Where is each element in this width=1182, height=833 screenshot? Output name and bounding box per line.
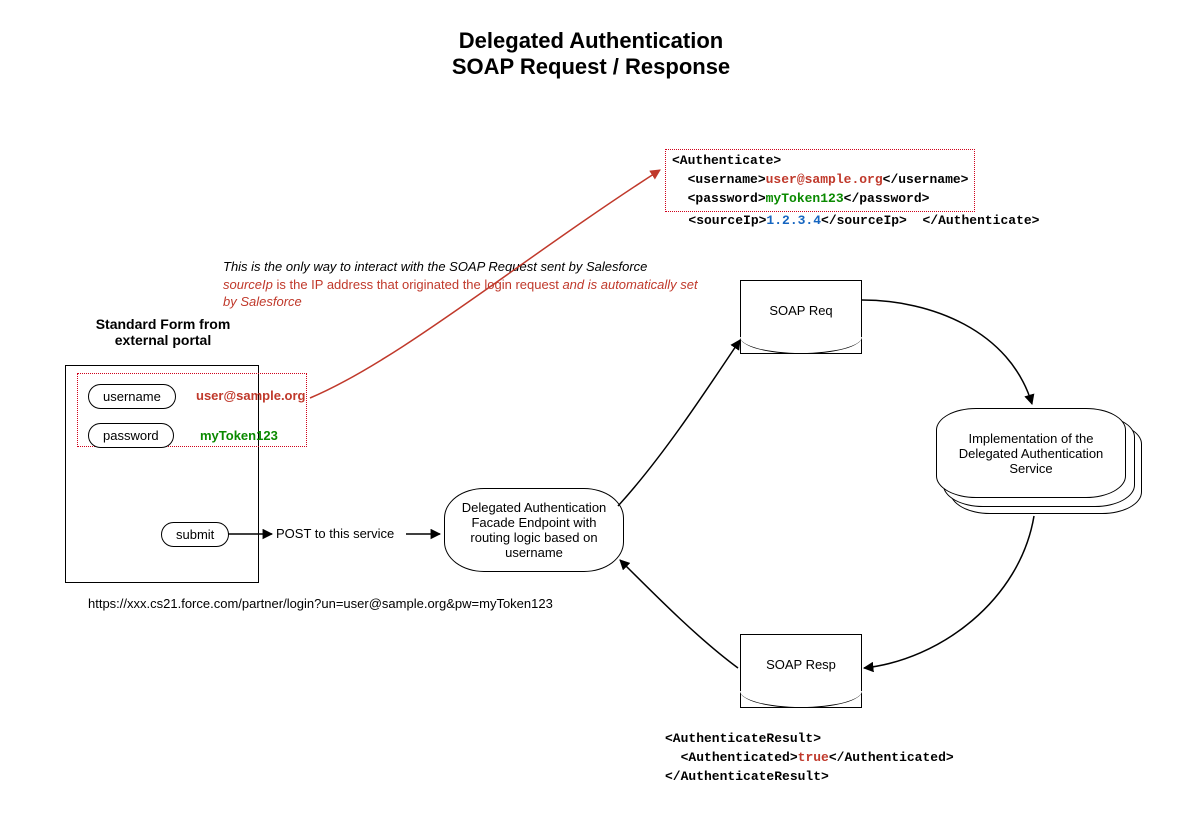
- xml-authd-close: </Authenticated>: [829, 750, 954, 765]
- username-field: username: [88, 384, 176, 409]
- impl-label: Implementation of the Delegated Authenti…: [945, 431, 1117, 476]
- xml-password-val: myToken123: [766, 191, 844, 206]
- password-value: myToken123: [200, 428, 278, 443]
- soap-response-xml: <AuthenticateResult> <Authenticated>true…: [665, 730, 1135, 787]
- explanatory-note: This is the only way to interact with th…: [223, 258, 713, 311]
- xml-auth-open: <Authenticate>: [672, 153, 781, 168]
- soap-request-label: SOAP Req: [741, 303, 861, 318]
- title-line-2: SOAP Request / Response: [452, 54, 730, 79]
- doc-tear-icon: [740, 691, 862, 708]
- xml-sourceip-close: </sourceIp>: [821, 213, 907, 228]
- title-line-1: Delegated Authentication: [459, 28, 723, 53]
- xml-authres-open: <AuthenticateResult>: [665, 731, 821, 746]
- note-sourceip-label: sourceIp: [223, 277, 273, 292]
- xml-password-open: <password>: [688, 191, 766, 206]
- note-line-1: This is the only way to interact with th…: [223, 259, 647, 274]
- soap-request-xml: <Authenticate> <username>user@sample.org…: [665, 149, 1135, 230]
- xml-authd-val: true: [798, 750, 829, 765]
- diagram-canvas: Delegated Authentication SOAP Request / …: [0, 0, 1182, 833]
- xml-authd-open: <Authenticated>: [681, 750, 798, 765]
- doc-tear-icon: [740, 337, 862, 354]
- xml-username-open: <username>: [688, 172, 766, 187]
- post-caption: POST to this service: [276, 526, 394, 541]
- xml-password-close: </password>: [844, 191, 930, 206]
- note-line-2a: is the IP address that originated the lo…: [273, 277, 563, 292]
- facade-node: Delegated Authentication Facade Endpoint…: [444, 488, 624, 572]
- xml-sourceip-open: <sourceIp>: [688, 213, 766, 228]
- soap-request-doc: SOAP Req: [740, 280, 862, 354]
- password-field: password: [88, 423, 174, 448]
- xml-username-val: user@sample.org: [766, 172, 883, 187]
- xml-auth-close: </Authenticate>: [922, 213, 1039, 228]
- xml-authres-close: </AuthenticateResult>: [665, 769, 829, 784]
- form-heading: Standard Form from external portal: [68, 316, 258, 348]
- diagram-title: Delegated Authentication SOAP Request / …: [0, 28, 1182, 80]
- soap-response-label: SOAP Resp: [741, 657, 861, 672]
- xml-sourceip-val: 1.2.3.4: [766, 213, 821, 228]
- xml-username-close: </username>: [883, 172, 969, 187]
- post-url-text: https://xxx.cs21.force.com/partner/login…: [88, 596, 553, 611]
- username-value: user@sample.org: [196, 388, 306, 403]
- submit-button: submit: [161, 522, 229, 547]
- impl-card-front: Implementation of the Delegated Authenti…: [936, 408, 1126, 498]
- implementation-stack: Implementation of the Delegated Authenti…: [936, 408, 1146, 518]
- facade-label: Delegated Authentication Facade Endpoint…: [455, 500, 613, 560]
- soap-response-doc: SOAP Resp: [740, 634, 862, 708]
